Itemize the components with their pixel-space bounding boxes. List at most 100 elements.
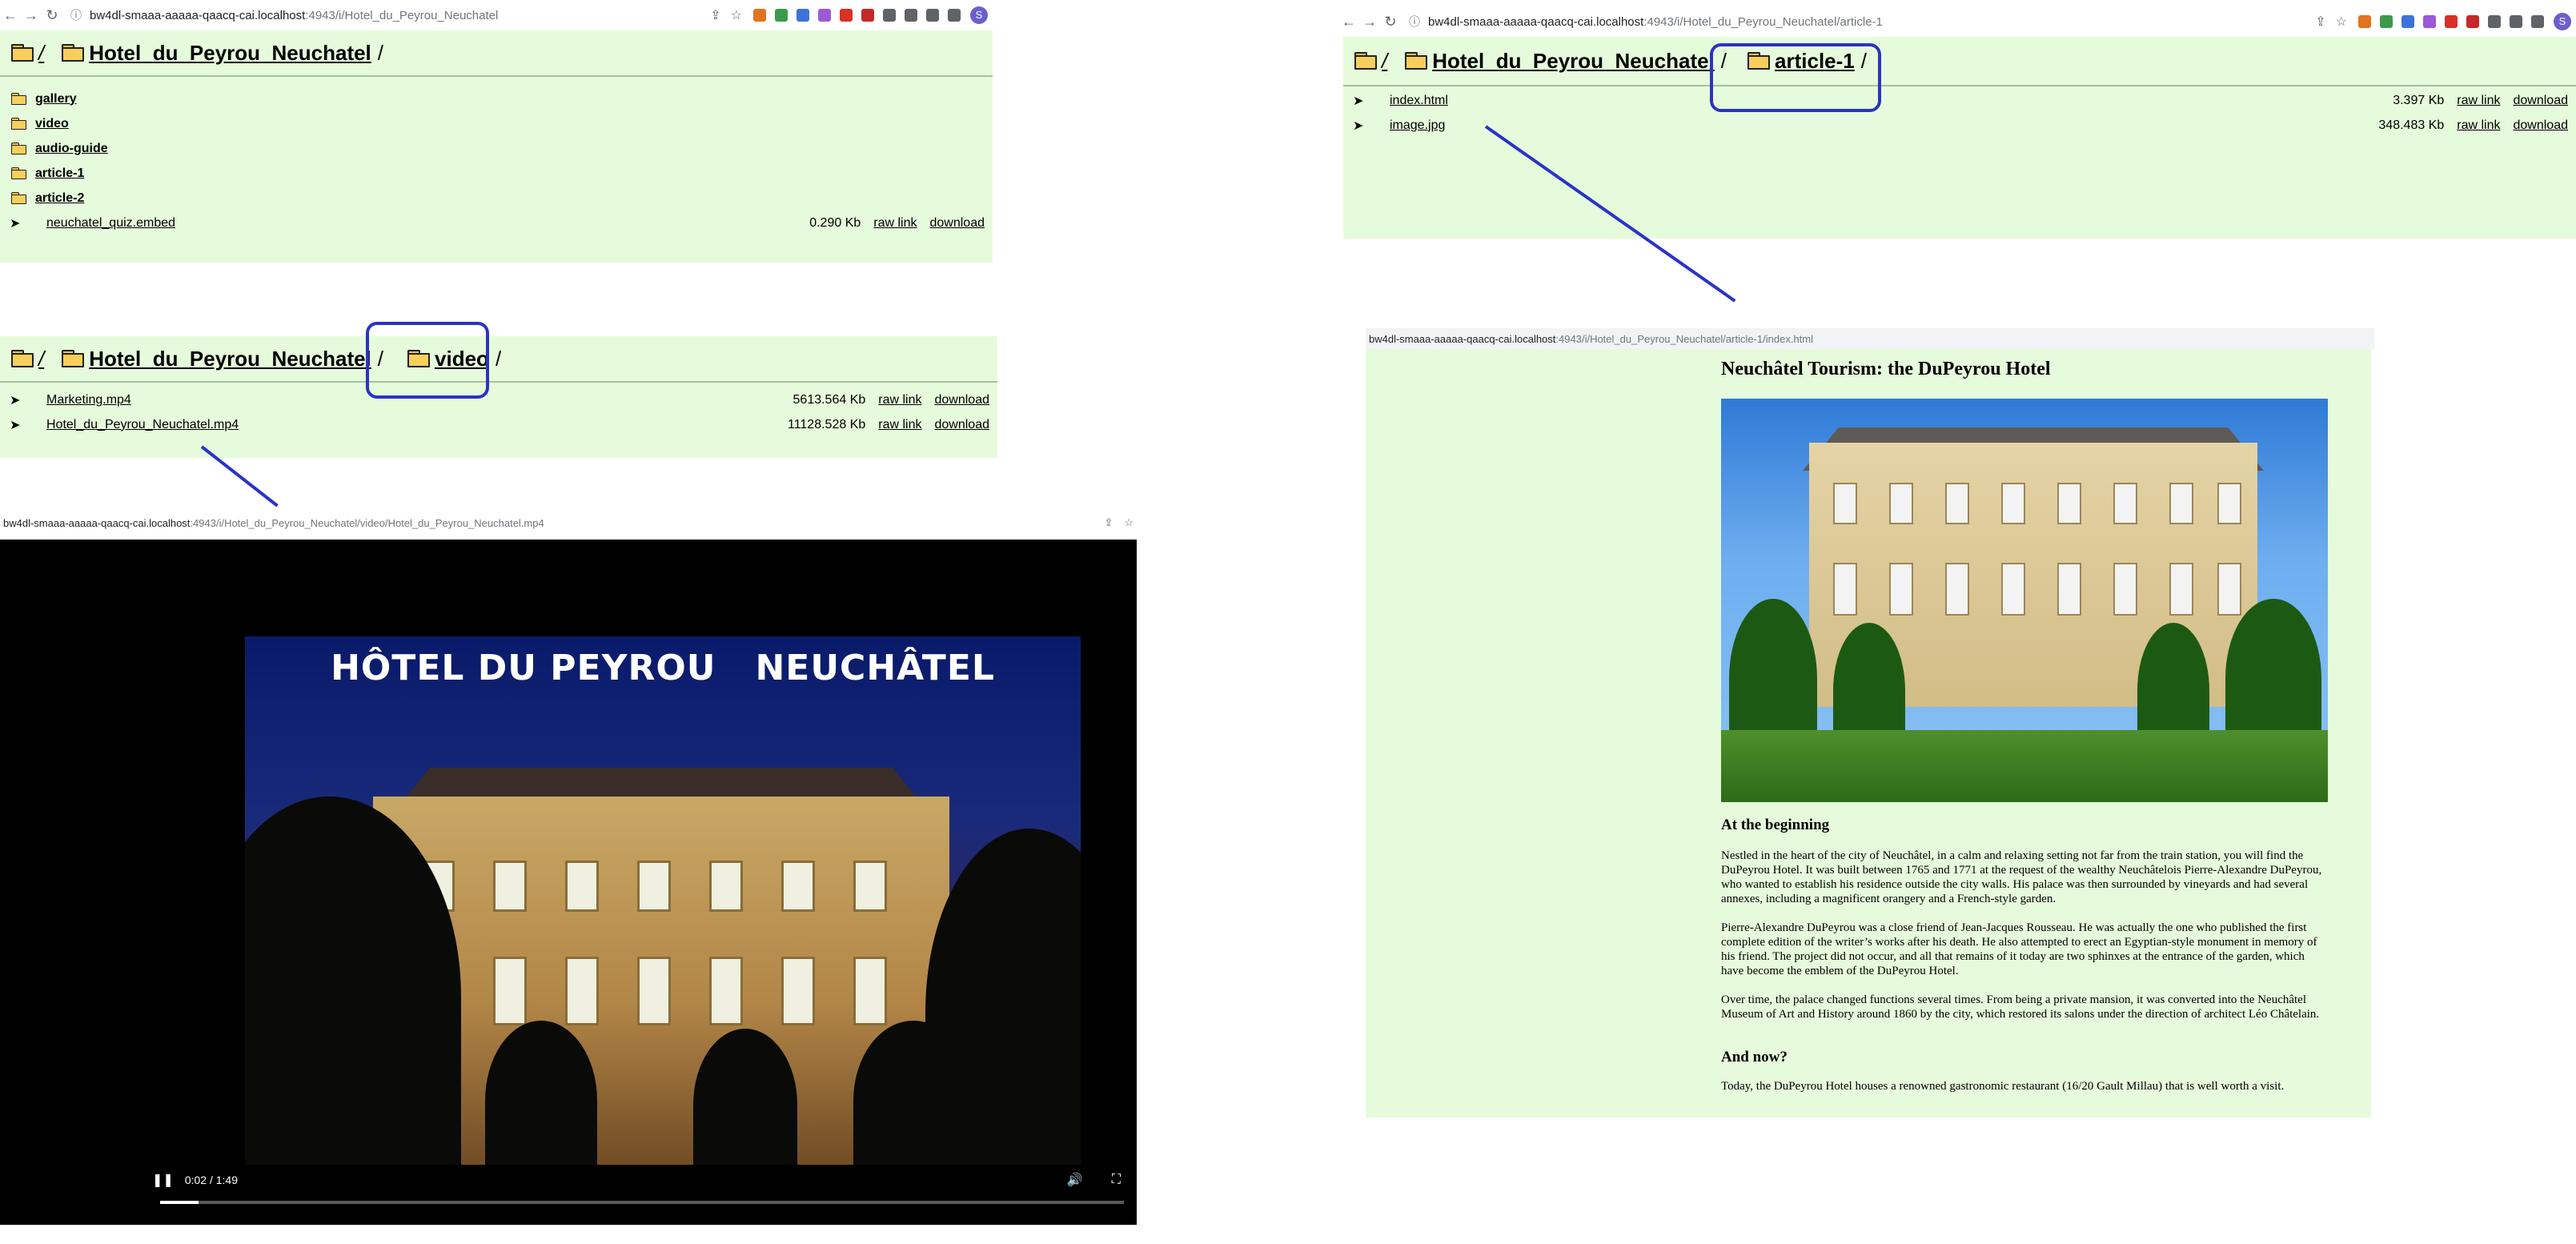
article-url-bar[interactable]: bw4dl-smaaa-aaaaa-qaacq-cai.localhost:49… <box>1366 328 2374 349</box>
folder-row-audio-guide[interactable]: audio-guide <box>0 136 993 161</box>
crumb-root-link[interactable]: / <box>1382 49 1387 74</box>
file-size: 5613.564 Kb <box>792 392 866 407</box>
file-link[interactable]: neuchatel_quiz.embed <box>46 216 175 231</box>
blue-extension-icon[interactable] <box>796 9 809 22</box>
sidepanel-icon[interactable] <box>948 9 961 22</box>
expand-arrow-icon[interactable]: ➤ <box>10 417 46 433</box>
expand-arrow-icon[interactable]: ➤ <box>10 392 46 408</box>
article-page: Neuchâtel Tourism: the DuPeyrou Hotel At… <box>1366 349 2371 1118</box>
address-bar[interactable]: ⓘ bw4dl-smaaa-aaaaa-qaacq-cai.localhost:… <box>70 5 702 26</box>
file-link[interactable]: Marketing.mp4 <box>46 393 131 407</box>
download-link[interactable]: download <box>935 393 990 407</box>
reload-icon[interactable]: ↻ <box>1380 14 1401 30</box>
expand-arrow-icon[interactable]: ➤ <box>1353 118 1390 134</box>
star-icon[interactable]: ☆ <box>1124 516 1134 529</box>
forward-icon[interactable]: → <box>1359 14 1380 30</box>
profile-avatar[interactable]: S <box>970 6 988 24</box>
red-extension-icon[interactable] <box>2466 15 2479 28</box>
folder-link[interactable]: gallery <box>35 92 77 106</box>
purple-extension-icon[interactable] <box>2423 15 2436 28</box>
download-icon[interactable] <box>2510 15 2522 28</box>
star-icon[interactable]: ☆ <box>2336 14 2347 30</box>
article-title: Neuchâtel Tourism: the DuPeyrou Hotel <box>1721 359 2051 379</box>
breadcrumb: / Hotel_du_Peyrou_Neuchatel / video / <box>0 336 997 381</box>
folder-icon <box>62 44 85 62</box>
url-path: :4943/i/Hotel_du_Peyrou_Neuchatel/video/… <box>190 516 544 529</box>
puzzle-icon[interactable] <box>2488 15 2501 28</box>
red-c-extension-icon[interactable] <box>840 9 853 22</box>
crumb-separator: / <box>377 40 384 65</box>
forward-icon[interactable]: → <box>21 7 42 24</box>
file-link[interactable]: image.jpg <box>1390 118 1445 133</box>
crumb-root-link[interactable]: / <box>38 347 44 371</box>
purple-extension-icon[interactable] <box>818 9 831 22</box>
folder-icon <box>1354 52 1377 70</box>
folder-link[interactable]: video <box>35 117 69 131</box>
extensions-bar <box>753 9 961 22</box>
share-icon[interactable]: ⇪ <box>1104 516 1113 529</box>
article-listing-panel: / Hotel_du_Peyrou_Neuchatel / article-1 … <box>1343 37 2576 239</box>
download-icon[interactable] <box>926 9 939 22</box>
address-bar[interactable]: ⓘ bw4dl-smaaa-aaaaa-qaacq-cai.localhost:… <box>1409 11 2307 32</box>
video-progress-bar[interactable] <box>160 1201 1124 1204</box>
raw-link[interactable]: raw link <box>2457 118 2500 133</box>
video-player[interactable]: HÔTEL DU PEYROU NEUCHÂTEL ❚❚ 0:02 / 1:49 <box>0 540 1137 1225</box>
crumb-folder-link[interactable]: Hotel_du_Peyrou_Neuchatel <box>89 41 371 66</box>
share-icon[interactable]: ⇪ <box>710 7 720 23</box>
reload-icon[interactable]: ↻ <box>42 7 62 24</box>
info-icon[interactable]: ⓘ <box>1409 14 1420 30</box>
fullscreen-icon[interactable]: ⛶ <box>1112 1173 1121 1187</box>
folder-icon <box>11 118 27 130</box>
raw-link[interactable]: raw link <box>873 216 917 231</box>
red-c-extension-icon[interactable] <box>2445 15 2458 28</box>
download-link[interactable]: download <box>2514 118 2569 133</box>
red-extension-icon[interactable] <box>861 9 874 22</box>
puzzle-icon[interactable] <box>883 9 896 22</box>
raw-link[interactable]: raw link <box>2457 94 2500 108</box>
crumb-root-link[interactable]: / <box>38 41 44 66</box>
pause-icon[interactable]: ❚❚ <box>152 1172 174 1188</box>
back-icon[interactable]: ← <box>1338 14 1359 30</box>
file-link[interactable]: Hotel_du_Peyrou_Neuchatel.mp4 <box>46 418 239 432</box>
video-frame: HÔTEL DU PEYROU NEUCHÂTEL <box>245 636 1081 1165</box>
breadcrumb: / Hotel_du_Peyrou_Neuchatel / article-1 … <box>1343 37 2576 85</box>
folder-row-video[interactable]: video <box>0 111 993 136</box>
share-icon[interactable]: ⇪ <box>2315 14 2325 30</box>
reading-list-icon[interactable] <box>905 9 917 22</box>
profile-avatar[interactable]: S <box>2554 13 2571 30</box>
folder-link[interactable]: audio-guide <box>35 142 108 156</box>
star-icon[interactable]: ☆ <box>731 7 742 23</box>
folder-row-article-1[interactable]: article-1 <box>0 161 993 186</box>
folder-icon <box>11 93 27 105</box>
expand-arrow-icon[interactable]: ➤ <box>10 215 46 231</box>
volume-icon[interactable]: 🔊 <box>1067 1172 1083 1188</box>
crumb-separator: / <box>495 346 502 371</box>
download-link[interactable]: download <box>935 418 990 432</box>
green-extension-icon[interactable] <box>2380 15 2393 28</box>
fox-extension-icon[interactable] <box>2358 15 2371 28</box>
crumb-folder-link[interactable]: Hotel_du_Peyrou_Neuchatel <box>1432 49 1715 74</box>
download-link[interactable]: download <box>2514 94 2569 108</box>
fox-extension-icon[interactable] <box>753 9 766 22</box>
blue-extension-icon[interactable] <box>2401 15 2414 28</box>
folder-link[interactable]: article-2 <box>35 191 84 206</box>
file-link[interactable]: index.html <box>1390 94 1448 108</box>
paragraph-2: Pierre-Alexandre DuPeyrou was a close fr… <box>1721 921 2317 977</box>
file-size: 11128.528 Kb <box>787 417 866 431</box>
info-icon[interactable]: ⓘ <box>70 7 82 23</box>
expand-arrow-icon[interactable]: ➤ <box>1353 93 1390 109</box>
url-path: :4943/i/Hotel_du_Peyrou_Neuchatel <box>305 8 499 22</box>
folder-link[interactable]: article-1 <box>35 167 84 181</box>
raw-link[interactable]: raw link <box>878 418 921 432</box>
raw-link[interactable]: raw link <box>878 393 921 407</box>
folder-icon <box>11 44 34 62</box>
crumb-folder-link[interactable]: Hotel_du_Peyrou_Neuchatel <box>89 347 371 371</box>
file-size: 348.483 Kb <box>2378 118 2445 132</box>
video-url-bar[interactable]: bw4dl-smaaa-aaaaa-qaacq-cai.localhost:49… <box>0 512 1140 533</box>
folder-row-gallery[interactable]: gallery <box>0 86 993 111</box>
download-link[interactable]: download <box>930 216 985 231</box>
folder-row-article-2[interactable]: article-2 <box>0 186 993 211</box>
back-icon[interactable]: ← <box>0 7 21 24</box>
green-extension-icon[interactable] <box>775 9 788 22</box>
sidepanel-icon[interactable] <box>2531 15 2544 28</box>
